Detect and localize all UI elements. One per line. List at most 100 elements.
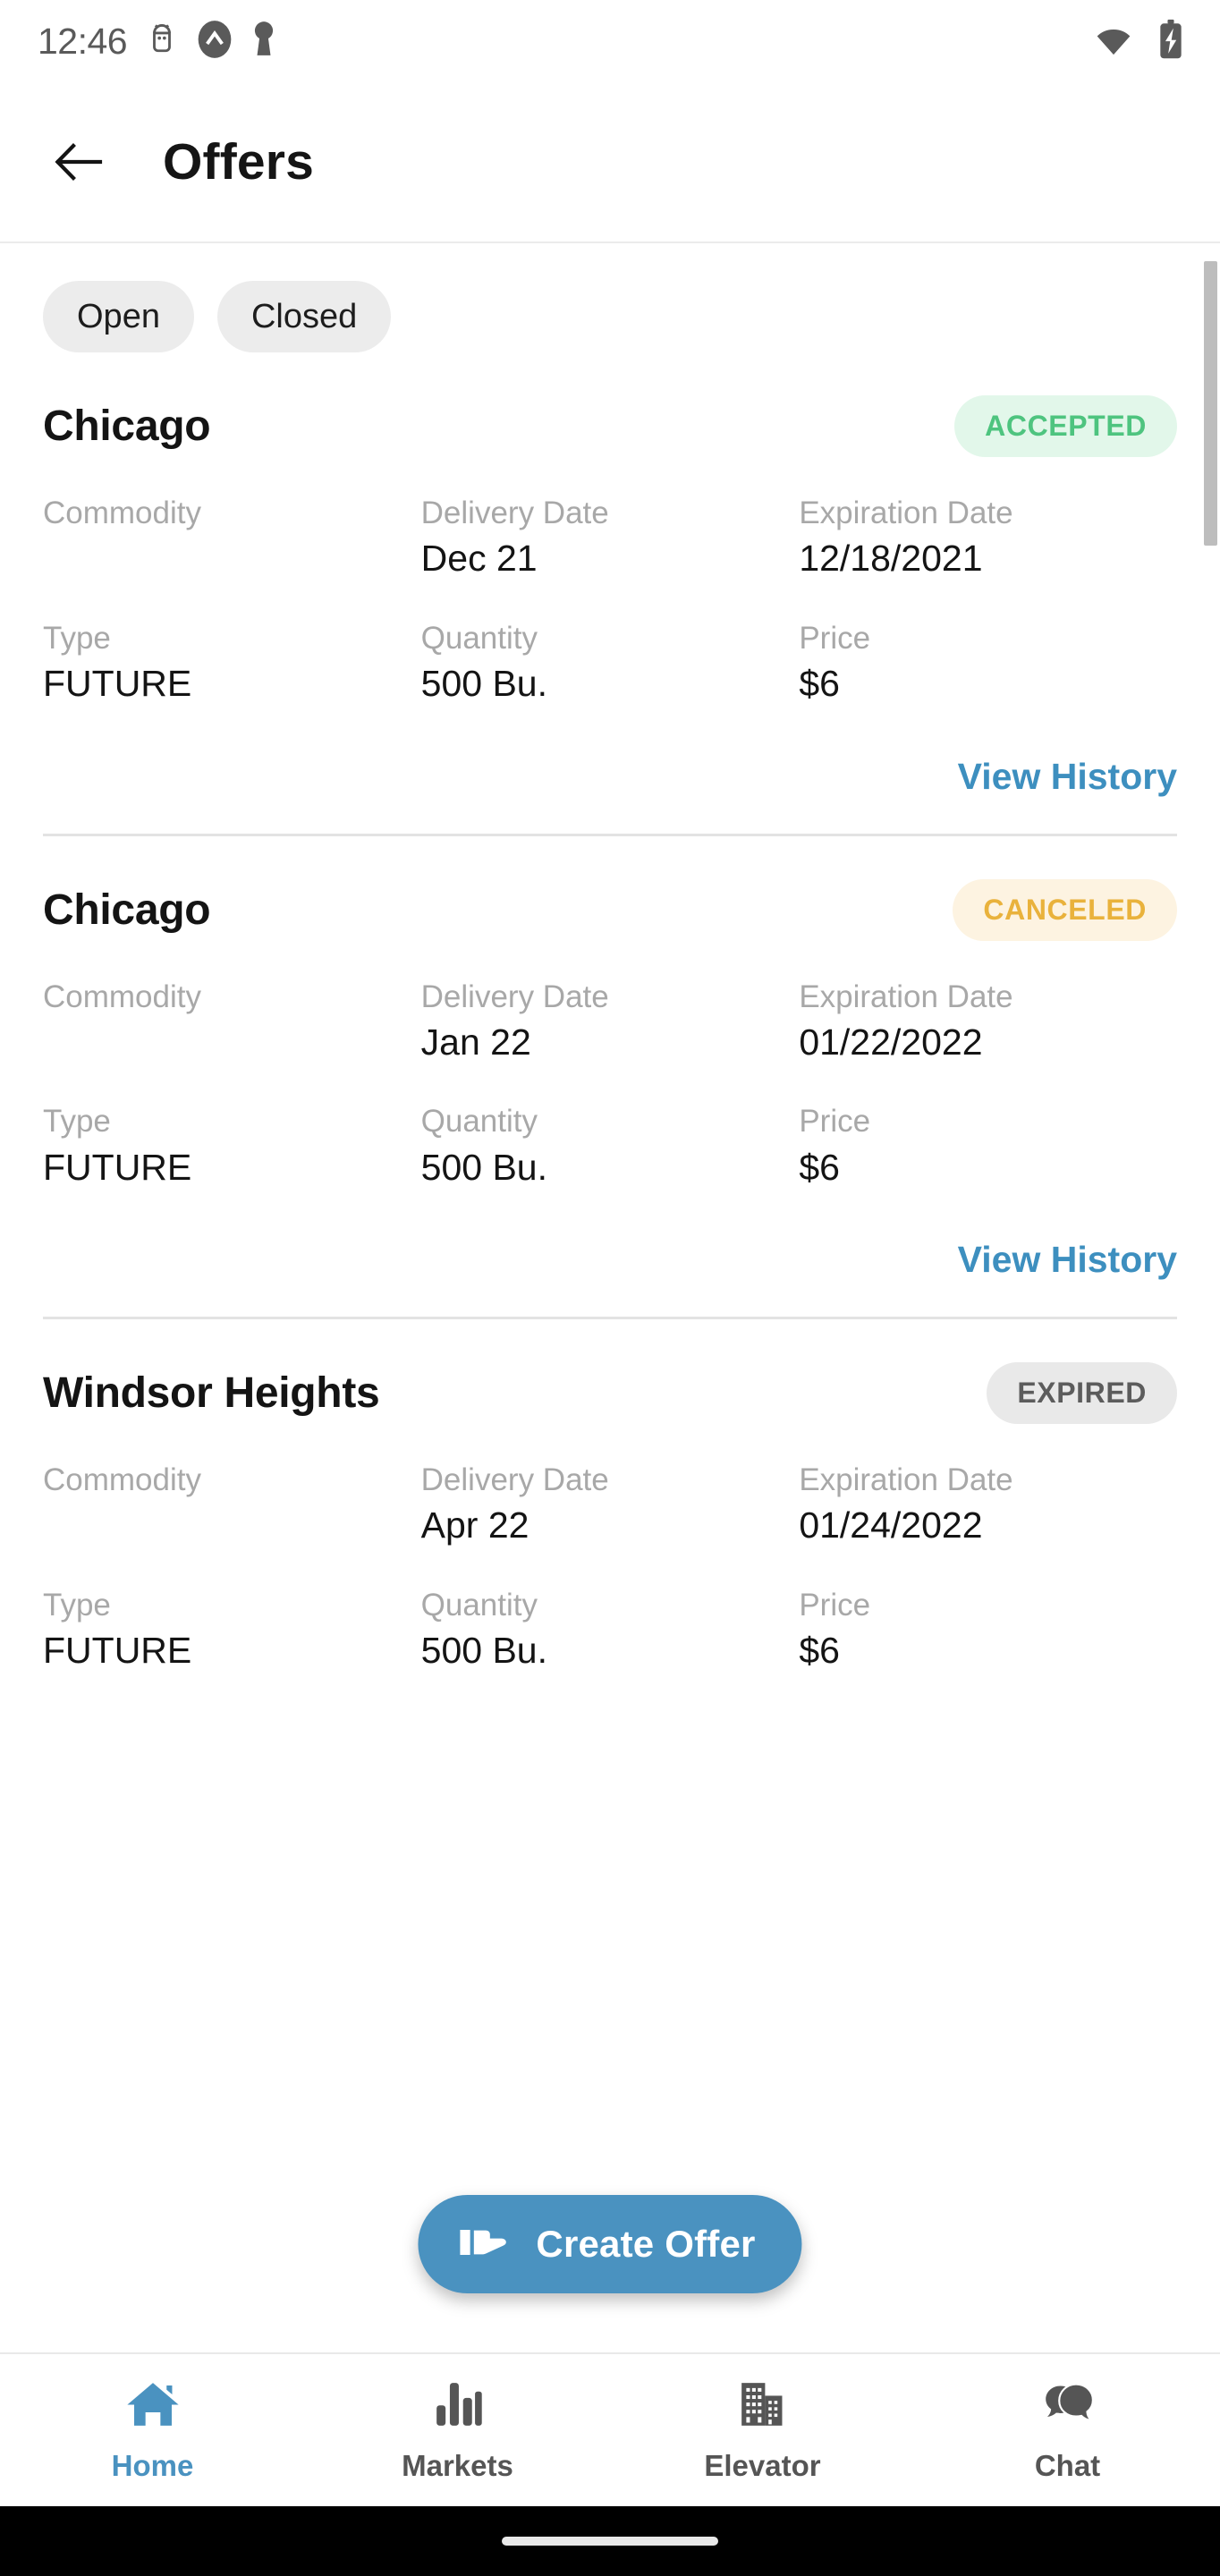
offer-detail-row-2: Type FUTURE Quantity 500 Bu. Price $6 [43,620,1177,708]
offer-location: Chicago [43,402,211,450]
offer-detail-row-1: Commodity Delivery Date Apr 22 Expiratio… [43,1462,1177,1549]
offer-field-price: Price $6 [799,620,1177,708]
offer-card-header: Chicago CANCELED [43,836,1177,941]
nav-label: Home [111,2448,194,2482]
page-title: Offers [163,133,315,191]
field-label: Type [43,1104,111,1140]
buildings-icon [735,2378,791,2435]
offer-field-delivery-date: Delivery Date Dec 21 [421,495,800,582]
create-offer-label: Create Offer [536,2223,756,2265]
back-button[interactable] [47,130,111,194]
offer-field-quantity: Quantity 500 Bu. [421,1587,800,1674]
nav-item-chat[interactable]: Chat [915,2354,1220,2506]
nav-item-home[interactable]: Home [0,2354,305,2506]
field-label: Quantity [420,620,538,656]
filter-chip-open[interactable]: Open [43,281,194,352]
app-bar: Offers [0,82,1220,243]
offer-field-delivery-date: Delivery Date Jan 22 [421,979,800,1066]
field-label: Expiration Date [799,496,1013,530]
nav-item-elevator[interactable]: Elevator [610,2354,915,2506]
field-label: Delivery Date [420,496,609,530]
offer-field-expiration-date: Expiration Date 01/22/2022 [799,979,1177,1066]
offer-field-quantity: Quantity 500 Bu. [421,620,800,708]
offer-card-header: Chicago ACCEPTED [43,352,1177,457]
offers-scroll-area[interactable]: Open Closed Chicago ACCEPTED Commodity D… [0,243,1220,2352]
filter-chip-closed[interactable]: Closed [216,281,392,352]
bar-chart-icon [430,2378,486,2435]
field-value: 01/22/2022 [799,1021,983,1063]
offer-detail-row-1: Commodity Delivery Date Jan 22 Expiratio… [43,979,1177,1066]
field-value: FUTURE [43,1146,192,1188]
field-value: $6 [799,1146,840,1188]
nav-label: Markets [402,2448,513,2482]
offer-card[interactable]: Windsor Heights EXPIRED Commodity Delive… [0,1319,1220,1674]
offer-field-price: Price $6 [799,1587,1177,1674]
offer-field-expiration-date: Expiration Date 01/24/2022 [799,1462,1177,1549]
field-label: Quantity [420,1587,538,1623]
field-value: Apr 22 [420,1504,530,1546]
offer-detail-row-1: Commodity Delivery Date Dec 21 Expiratio… [43,495,1177,582]
gesture-pill[interactable] [502,2537,718,2546]
status-bar-right [1093,19,1184,64]
offer-field-commodity: Commodity [43,495,421,582]
offer-card-footer: View History [43,708,1177,816]
offer-card-header: Windsor Heights EXPIRED [43,1319,1177,1425]
offer-field-quantity: Quantity 500 Bu. [421,1103,800,1191]
field-value [43,1019,421,1065]
field-label: Commodity [43,1462,201,1498]
field-label: Delivery Date [420,979,609,1014]
app-screen: 12:46 Offers Open Closed Chicago ACCEPTE… [0,0,1220,2576]
status-badge: CANCELED [953,878,1177,941]
filter-chip-group: Open Closed [0,243,1220,352]
field-value: FUTURE [43,663,192,705]
offer-detail-row-2: Type FUTURE Quantity 500 Bu. Price $6 [43,1587,1177,1674]
field-value: Dec 21 [420,538,538,580]
offer-field-type: Type FUTURE [43,1587,421,1674]
nav-label: Chat [1034,2448,1101,2482]
chat-bubbles-icon [1040,2378,1096,2435]
app-badge-icon [197,20,233,64]
offer-location: Windsor Heights [43,1369,380,1418]
field-value: 500 Bu. [420,1146,547,1188]
battery-charging-icon [1157,19,1184,64]
status-bar: 12:46 [0,0,1220,82]
field-value: 01/24/2022 [799,1504,983,1546]
view-history-link[interactable]: View History [958,756,1177,798]
field-label: Price [799,1104,871,1140]
arrow-left-icon [55,143,103,181]
field-value: 12/18/2021 [799,538,983,580]
nav-item-markets[interactable]: Markets [305,2354,610,2506]
offer-location: Chicago [43,886,211,934]
home-icon [125,2378,181,2435]
status-bar-left: 12:46 [38,20,275,64]
field-value: FUTURE [43,1630,192,1672]
bottom-navigation: Home Markets Elevator Chat [0,2352,1220,2506]
field-value: 500 Bu. [420,663,547,705]
field-label: Price [799,1587,871,1623]
field-label: Expiration Date [799,979,1013,1014]
hand-point-right-icon [459,2223,509,2267]
field-label: Quantity [420,1104,538,1140]
field-value: $6 [799,663,840,705]
offer-card[interactable]: Chicago CANCELED Commodity Delivery Date… [0,836,1220,1300]
clock-time: 12:46 [38,20,128,62]
system-gesture-bar [0,2506,1220,2576]
field-label: Price [799,620,871,656]
keyhole-icon [252,20,275,64]
field-value: 500 Bu. [420,1630,547,1672]
status-badge: ACCEPTED [954,395,1177,457]
offer-field-type: Type FUTURE [43,1103,421,1191]
offer-field-delivery-date: Delivery Date Apr 22 [421,1462,800,1549]
field-label: Type [43,1587,111,1623]
field-value [43,1502,421,1548]
view-history-link[interactable]: View History [958,1239,1177,1281]
create-offer-button[interactable]: Create Offer [418,2195,802,2293]
nav-label: Elevator [704,2448,821,2482]
android-debug-icon [147,21,177,62]
field-label: Commodity [43,979,201,1014]
offer-field-price: Price $6 [799,1103,1177,1191]
field-label: Delivery Date [420,1462,609,1498]
offer-field-expiration-date: Expiration Date 12/18/2021 [799,495,1177,582]
offer-card[interactable]: Chicago ACCEPTED Commodity Delivery Date… [0,352,1220,816]
field-label: Type [43,620,111,656]
